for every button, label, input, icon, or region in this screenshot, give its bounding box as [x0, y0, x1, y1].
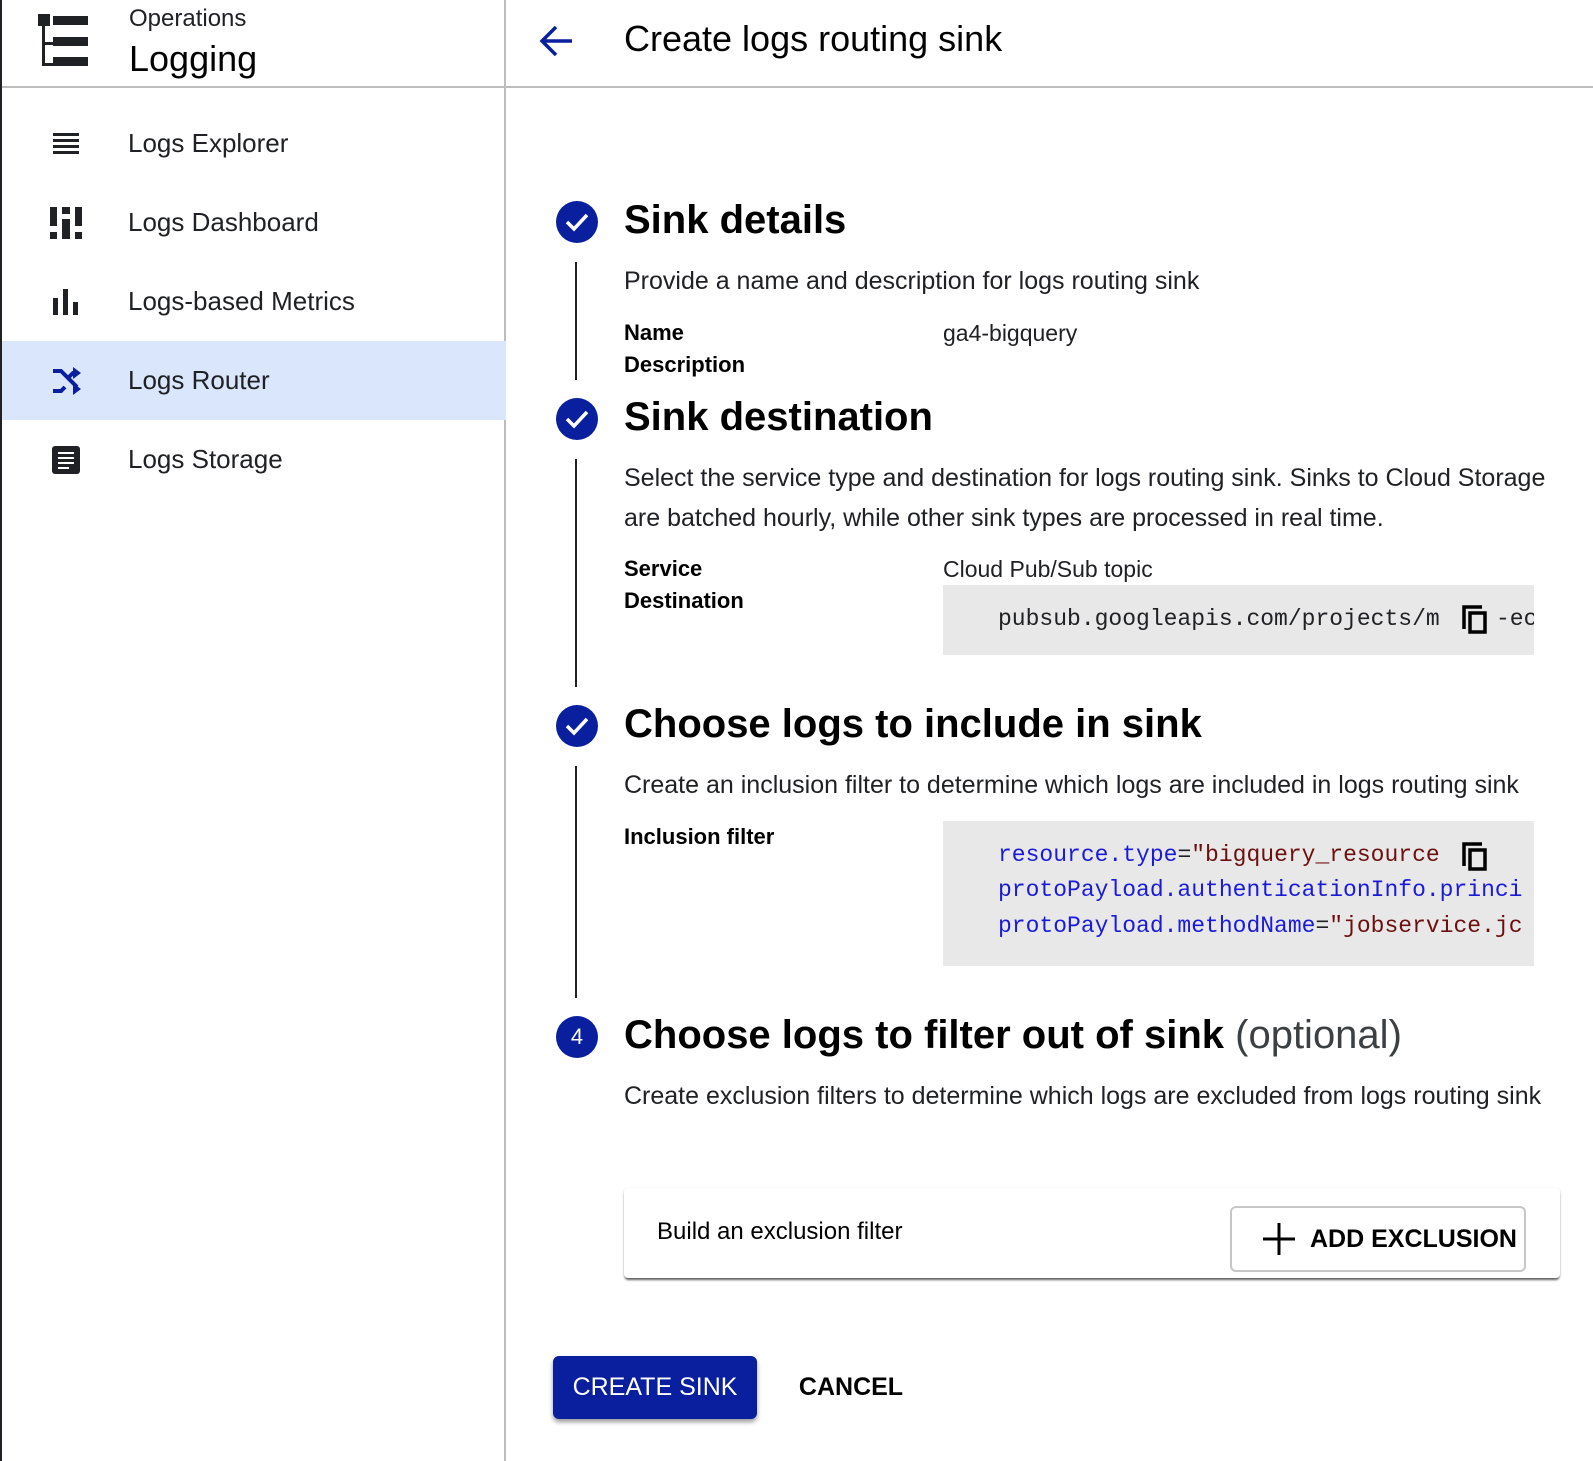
filter-line: protoPayload.authenticationInfo.princi: [998, 873, 1523, 908]
sidebar: Operations Logging Logs Explorer Logs Da…: [2, 0, 506, 1461]
step-description: Select the service type and destination …: [624, 464, 1546, 532]
exclusion-filter-card: Build an exclusion filter ADD EXCLUSION: [624, 1188, 1560, 1278]
shuffle-icon: [50, 365, 82, 397]
filter-line: resource.type="bigquery_resource: [998, 838, 1440, 873]
copy-icon[interactable]: [1462, 842, 1488, 872]
page-title: Create logs routing sink: [624, 18, 1003, 59]
field-label-destination: Destination: [624, 588, 744, 613]
main-content: Create logs routing sink Sink details Pr…: [506, 0, 1593, 1461]
create-sink-button[interactable]: CREATE SINK: [553, 1356, 757, 1419]
step-description: Create an inclusion filter to determine …: [624, 771, 1519, 799]
filter-key: protoPayload.authenticationInfo.princi: [998, 877, 1523, 903]
step-title-include-logs: Choose logs to include in sink: [624, 702, 1202, 746]
sidebar-item-logs-based-metrics[interactable]: Logs-based Metrics: [2, 262, 506, 341]
filter-value: "jobservice.jc: [1329, 913, 1523, 939]
filter-value: "bigquery_resource: [1191, 842, 1440, 868]
field-value-service: Cloud Pub/Sub topic: [943, 556, 1153, 582]
product-name: Logging: [129, 38, 258, 79]
cancel-button[interactable]: CANCEL: [786, 1356, 916, 1419]
field-label-name: Name: [624, 320, 684, 345]
add-exclusion-button[interactable]: ADD EXCLUSION: [1230, 1206, 1526, 1272]
sidebar-item-label: Logs Dashboard: [128, 207, 319, 237]
sidebar-item-label: Logs Explorer: [128, 128, 289, 158]
plus-icon: [1263, 1223, 1295, 1255]
sidebar-header: Operations Logging: [2, 0, 506, 88]
step-complete-check-icon: [556, 201, 598, 243]
step-description: Create exclusion filters to determine wh…: [624, 1082, 1542, 1110]
copy-icon[interactable]: [1462, 605, 1488, 635]
sidebar-item-logs-router[interactable]: Logs Router: [2, 341, 506, 420]
filter-line: protoPayload.methodName="jobservice.jc: [998, 909, 1523, 944]
sidebar-item-label: Logs Storage: [128, 444, 283, 474]
sidebar-item-logs-dashboard[interactable]: Logs Dashboard: [2, 183, 506, 262]
field-label-description: Description: [624, 352, 746, 377]
storage-document-icon: [50, 444, 82, 476]
step-title-sink-details: Sink details: [624, 198, 847, 242]
filter-key: resource.type: [998, 842, 1178, 868]
sidebar-item-logs-storage[interactable]: Logs Storage: [2, 420, 506, 499]
field-value-name: ga4-bigquery: [943, 320, 1078, 346]
arrow-back-icon: [539, 25, 572, 57]
filter-key: protoPayload.methodName: [998, 913, 1316, 939]
add-exclusion-label: ADD EXCLUSION: [1310, 1224, 1517, 1253]
logging-tree-icon: [38, 14, 88, 66]
filter-operator: =: [1177, 842, 1192, 868]
filter-operator: =: [1315, 913, 1330, 939]
sidebar-nav: Logs Explorer Logs Dashboard Logs-based …: [2, 104, 506, 499]
destination-code-box: pubsub.googleapis.com/projects/m -ec: [943, 585, 1534, 655]
step-number-badge: 4: [556, 1016, 598, 1058]
step-connector: [575, 262, 577, 380]
step-title-sink-destination: Sink destination: [624, 395, 933, 439]
step-title-text: Choose logs to filter out of sink: [624, 1013, 1224, 1057]
exclusion-card-text: Build an exclusion filter: [657, 1218, 903, 1245]
sidebar-item-label: Logs-based Metrics: [128, 286, 355, 316]
destination-value: pubsub.googleapis.com/projects/m: [998, 606, 1440, 632]
inclusion-filter-code-box: resource.type="bigquery_resource protoPa…: [943, 821, 1534, 966]
optional-label: (optional): [1235, 1013, 1402, 1057]
step-description: Provide a name and description for logs …: [624, 267, 1200, 295]
step-connector: [575, 766, 577, 998]
back-button[interactable]: [536, 20, 578, 62]
step-complete-check-icon: [556, 705, 598, 747]
destination-value-suffix: -ec: [1496, 606, 1534, 632]
bar-chart-icon: [50, 286, 82, 318]
dashboard-icon: [50, 206, 82, 239]
page-header: Create logs routing sink: [506, 0, 1593, 88]
sidebar-item-logs-explorer[interactable]: Logs Explorer: [2, 104, 506, 183]
step-title-exclude-logs: Choose logs to filter out of sink (optio…: [624, 1013, 1402, 1058]
product-group: Operations: [129, 5, 247, 32]
field-label-service: Service: [624, 556, 703, 581]
list-lines-icon: [50, 128, 82, 160]
step-connector: [575, 459, 577, 687]
field-label-inclusion-filter: Inclusion filter: [624, 824, 775, 849]
sidebar-item-label: Logs Router: [128, 365, 270, 395]
step-complete-check-icon: [556, 398, 598, 440]
